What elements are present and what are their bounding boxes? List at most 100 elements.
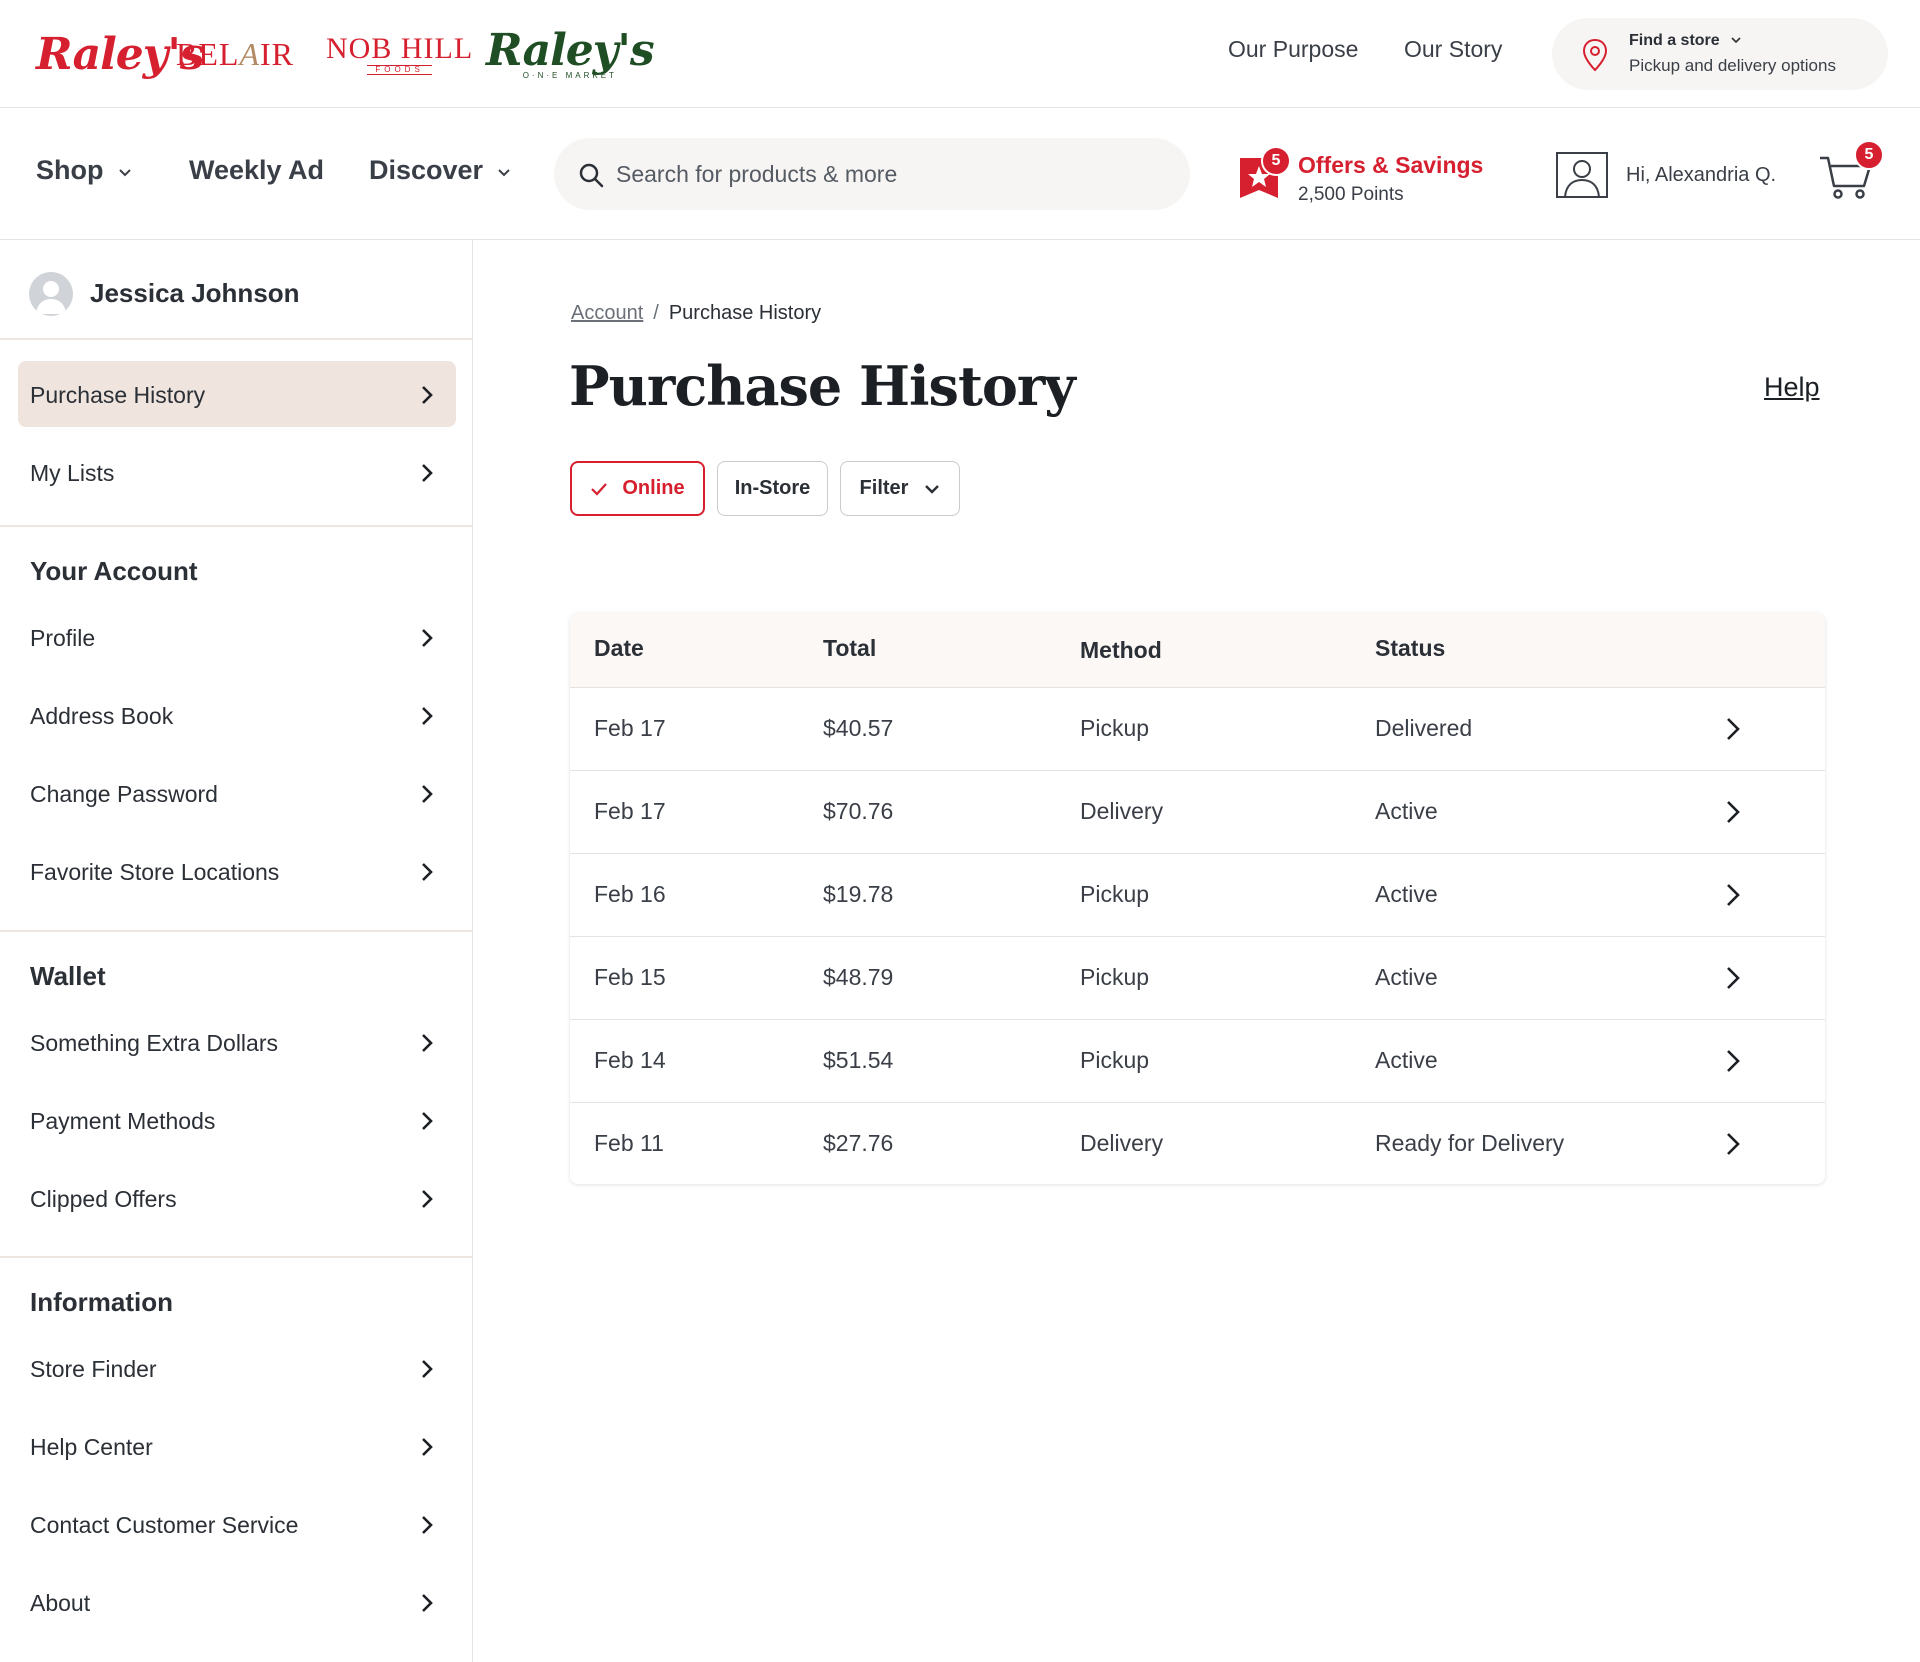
avatar [29,272,73,316]
column-header-method: Method [1080,637,1162,663]
breadcrumb-separator: / [653,302,659,324]
order-status: Delivered [1375,715,1473,741]
chevron-right-icon [422,1360,433,1378]
find-store-button[interactable]: Find a store Pickup and delivery options [1552,18,1888,90]
chevron-right-icon [422,386,433,404]
sidebar-item-label: Address Book [30,703,174,729]
chevron-right-icon[interactable] [1725,799,1741,825]
order-method: Delivery [1080,1130,1164,1156]
order-method: Pickup [1080,964,1150,990]
order-status: Active [1375,881,1438,907]
sidebar-item-profile[interactable]: Profile [18,604,456,670]
sidebar-item-address-book[interactable]: Address Book [18,682,456,748]
chevron-right-icon [422,629,433,647]
sidebar-item-something-extra-dollars[interactable]: Something Extra Dollars [18,1009,456,1075]
nob-hill-logo[interactable]: NOB HILL FOODS [326,24,473,84]
chevron-right-icon [422,1190,433,1208]
chevron-right-icon[interactable] [1725,1048,1741,1074]
sidebar-item-my-lists[interactable]: My Lists [18,439,456,505]
sidebar-item-about[interactable]: About [18,1569,456,1635]
our-purpose-link[interactable]: Our Purpose [1228,36,1358,63]
checkmark-icon [591,482,608,496]
chevron-right-icon [422,1516,433,1534]
one-market-logo-sub: O·N·E MARKET [522,70,617,80]
order-date: Feb 15 [594,964,666,990]
chevron-right-icon [422,707,433,725]
user-profile-icon [1556,152,1608,198]
belair-logo-part: IR [259,35,294,72]
chevron-right-icon [422,464,433,482]
sidebar-item-contact-customer-service[interactable]: Contact Customer Service [18,1491,456,1557]
chevron-right-icon[interactable] [1725,716,1741,742]
location-pin-icon [1582,38,1608,72]
account-menu[interactable]: Hi, Alexandria Q. [1556,152,1776,198]
sidebar-item-label: Profile [30,625,96,651]
table-row[interactable]: Feb 17 $70.76 Delivery Active [570,771,1825,854]
order-total: $51.54 [823,1047,894,1073]
sidebar-item-clipped-offers[interactable]: Clipped Offers [18,1165,456,1231]
discover-menu[interactable]: Discover [369,155,511,186]
section-heading-wallet: Wallet [30,961,106,991]
section-heading-your-account: Your Account [30,556,198,586]
profile-name: Jessica Johnson [90,278,300,308]
our-story-link[interactable]: Our Story [1404,36,1502,63]
order-date: Feb 16 [594,881,666,907]
offers-title: Offers & Savings [1298,152,1484,178]
cart-button[interactable]: 5 [1818,140,1884,202]
sidebar-item-label: My Lists [30,460,115,486]
table-row[interactable]: Feb 17 $40.57 Pickup Delivered [570,688,1825,771]
one-market-logo[interactable]: Raley's O·N·E MARKET [486,24,655,84]
avatar-placeholder-icon [36,281,66,314]
search-input[interactable] [616,152,1156,196]
online-filter-chip[interactable]: Online [570,461,705,516]
sidebar-item-favorite-store-locations[interactable]: Favorite Store Locations [18,838,456,904]
shop-menu[interactable]: Shop [36,155,132,186]
chevron-right-icon[interactable] [1725,882,1741,908]
search-icon [579,163,604,188]
search-bar[interactable] [554,138,1190,210]
one-market-logo-text: Raley's [486,24,655,76]
in-store-filter-chip[interactable]: In-Store [717,461,828,516]
order-total: $40.57 [823,715,894,741]
table-row[interactable]: Feb 11 $27.76 Delivery Ready for Deliver… [570,1103,1825,1184]
shop-menu-label: Shop [36,155,104,185]
chevron-right-icon [422,1112,433,1130]
find-store-subtitle: Pickup and delivery options [1629,56,1836,75]
sidebar-item-help-center[interactable]: Help Center [18,1413,456,1479]
chevron-down-icon [1731,37,1741,44]
breadcrumb-account-link[interactable]: Account [571,302,643,325]
order-total: $48.79 [823,964,894,990]
table-row[interactable]: Feb 16 $19.78 Pickup Active [570,854,1825,937]
weekly-ad-link[interactable]: Weekly Ad [189,155,324,186]
find-store-title: Find a store [1629,32,1720,49]
column-header-total: Total [823,635,877,661]
sidebar-item-payment-methods[interactable]: Payment Methods [18,1087,456,1153]
column-header-status: Status [1375,635,1446,661]
chevron-right-icon[interactable] [1725,1131,1741,1157]
sidebar-divider [0,1256,472,1258]
table-row[interactable]: Feb 15 $48.79 Pickup Active [570,937,1825,1020]
chevron-right-icon[interactable] [1725,965,1741,991]
online-filter-label: Online [622,477,685,499]
belair-logo[interactable]: BEL A IR [176,24,294,84]
table-row[interactable]: Feb 14 $51.54 Pickup Active [570,1020,1825,1103]
order-total: $70.76 [823,798,894,824]
order-date: Feb 17 [594,715,666,741]
chevron-down-icon [925,484,940,494]
sidebar-item-change-password[interactable]: Change Password [18,760,456,826]
breadcrumb: Account / Purchase History [571,302,821,325]
filter-dropdown-button[interactable]: Filter [840,461,960,516]
sidebar-item-purchase-history[interactable]: Purchase History [18,361,456,427]
sidebar-item-label: Help Center [30,1434,153,1460]
chevron-right-icon [422,1438,433,1456]
sidebar-item-store-finder[interactable]: Store Finder [18,1335,456,1401]
nob-hill-logo-sub: FOODS [367,64,432,75]
sidebar-item-label: Purchase History [30,382,206,408]
cart-count-badge: 5 [1854,140,1884,170]
sidebar-item-label: Clipped Offers [30,1186,177,1212]
order-method: Delivery [1080,798,1164,824]
help-link[interactable]: Help [1764,372,1820,403]
in-store-filter-label: In-Store [734,477,811,499]
offers-savings-link[interactable]: 5 Offers & Savings 2,500 Points [1234,138,1484,218]
chevron-down-icon [118,168,131,176]
